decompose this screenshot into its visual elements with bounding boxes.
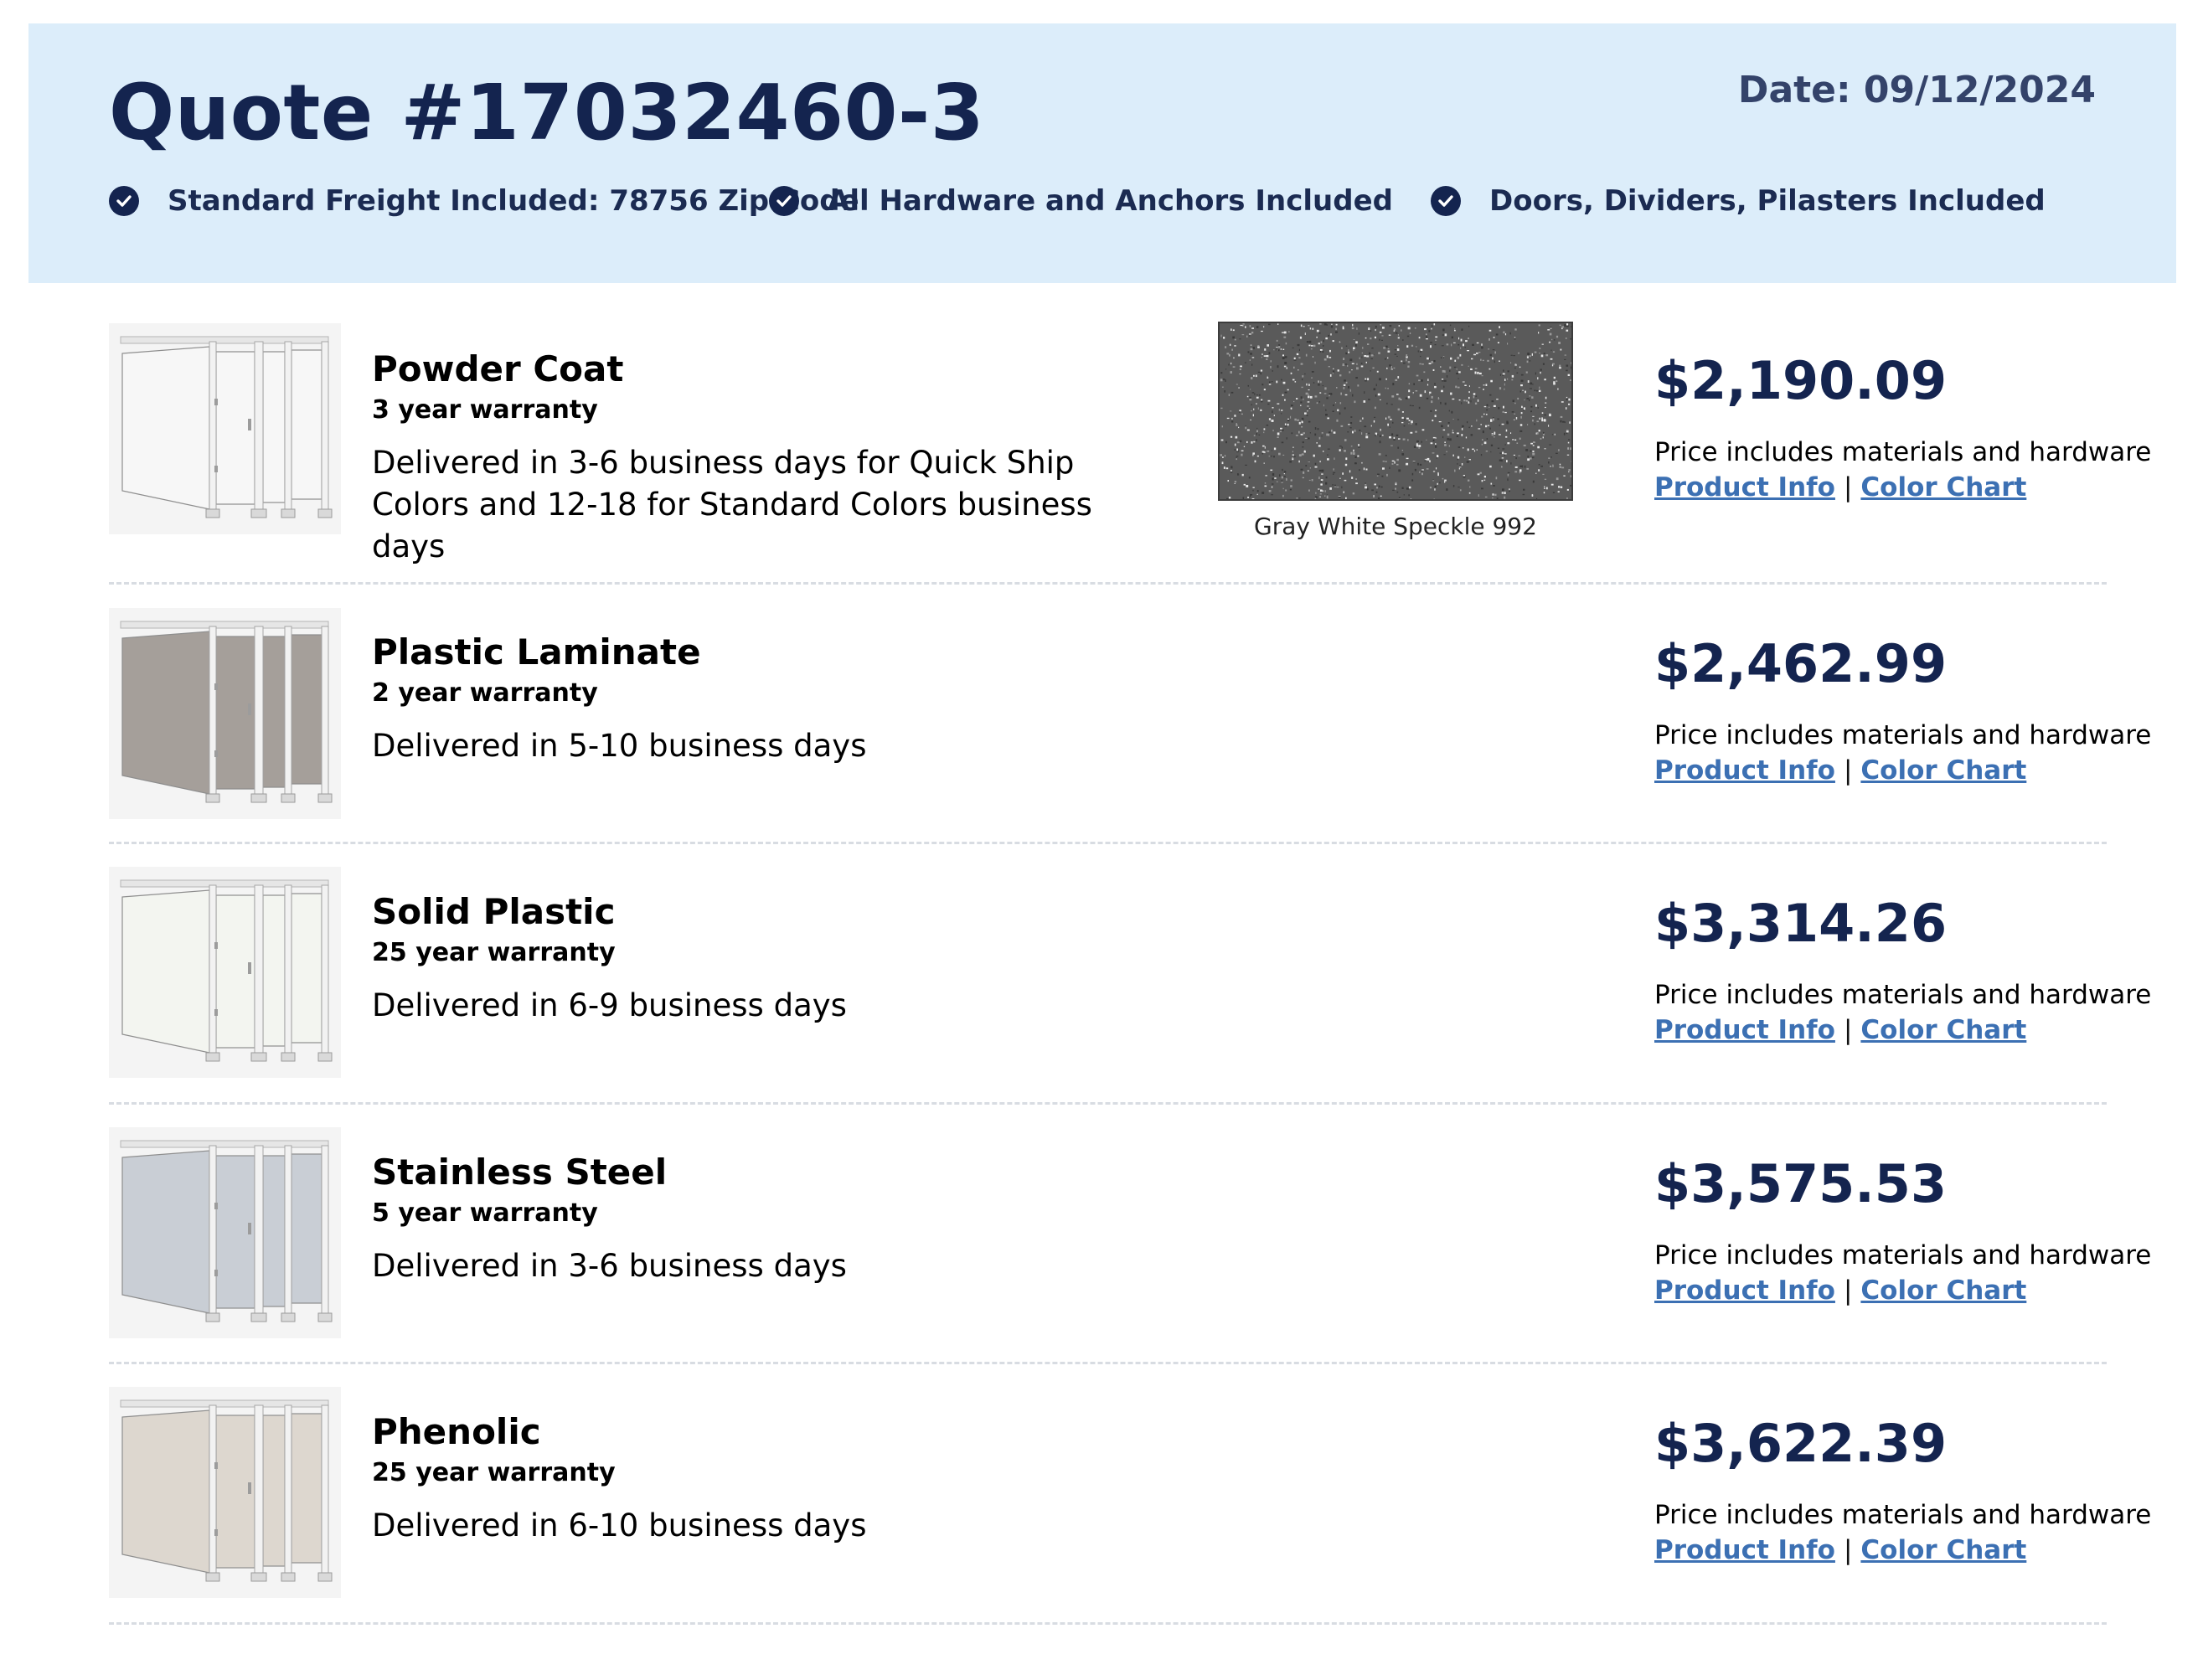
link-separator: | xyxy=(1843,1015,1853,1045)
product-name: Powder Coat xyxy=(372,348,624,389)
product-row-plastic-laminate: Plastic Laminate 2 year warranty Deliver… xyxy=(109,585,2151,844)
product-info-link[interactable]: Product Info xyxy=(1654,755,1835,786)
product-info-link[interactable]: Product Info xyxy=(1654,1275,1835,1306)
price-note: Price includes materials and hardware xyxy=(1654,980,2152,1010)
product-delivery: Delivered in 3-6 business days for Quick… xyxy=(372,445,1092,564)
product-name: Solid Plastic xyxy=(372,891,616,932)
price-note: Price includes materials and hardware xyxy=(1654,1500,2152,1530)
product-price: $3,622.39 xyxy=(1654,1413,1948,1474)
product-delivery: Delivered in 6-10 business days xyxy=(372,1507,867,1543)
color-chart-link[interactable]: Color Chart xyxy=(1860,472,2026,502)
product-links: Product Info | Color Chart xyxy=(1654,1535,2026,1565)
product-row-powder-coat: Powder Coat 3 year warranty Delivered in… xyxy=(109,317,2151,585)
product-delivery: Delivered in 6-9 business days xyxy=(372,987,847,1023)
product-warranty: 3 year warranty xyxy=(372,395,598,425)
product-row-solid-plastic: Solid Plastic 25 year warranty Delivered… xyxy=(109,844,2151,1105)
color-chart-link[interactable]: Color Chart xyxy=(1860,1535,2026,1565)
product-price: $3,575.53 xyxy=(1654,1153,1948,1214)
price-note: Price includes materials and hardware xyxy=(1654,1240,2152,1270)
color-chart-link[interactable]: Color Chart xyxy=(1860,1275,2026,1306)
product-price: $3,314.26 xyxy=(1654,893,1948,954)
quote-header: Quote #17032460-3 Date: 09/12/2024 Stand… xyxy=(28,23,2176,283)
product-price: $2,462.99 xyxy=(1654,633,1948,694)
feature-hardware: All Hardware and Anchors Included xyxy=(769,184,1393,218)
product-name: Stainless Steel xyxy=(372,1152,668,1193)
link-separator: | xyxy=(1843,1275,1853,1306)
color-chart-link[interactable]: Color Chart xyxy=(1860,755,2026,786)
feature-freight: Standard Freight Included: 78756 Zip Cod… xyxy=(109,184,859,218)
product-warranty: 2 year warranty xyxy=(372,678,598,708)
quote-date: Date: 09/12/2024 xyxy=(1737,69,2096,111)
product-delivery: Delivered in 3-6 business days xyxy=(372,1248,847,1284)
product-links: Product Info | Color Chart xyxy=(1654,472,2026,502)
check-circle-icon xyxy=(769,186,799,216)
price-note: Price includes materials and hardware xyxy=(1654,720,2152,750)
feature-label: Doors, Dividers, Pilasters Included xyxy=(1489,184,2046,218)
color-chart-link[interactable]: Color Chart xyxy=(1860,1015,2026,1045)
link-separator: | xyxy=(1843,472,1853,502)
product-image xyxy=(109,867,341,1078)
link-separator: | xyxy=(1843,1535,1853,1565)
row-divider xyxy=(109,1622,2107,1625)
product-warranty: 5 year warranty xyxy=(372,1198,598,1228)
check-circle-icon xyxy=(109,186,139,216)
swatch-label: Gray White Speckle 992 xyxy=(1254,513,1537,540)
price-note: Price includes materials and hardware xyxy=(1654,437,2152,467)
product-links: Product Info | Color Chart xyxy=(1654,1015,2026,1045)
feature-components: Doors, Dividers, Pilasters Included xyxy=(1431,184,2046,218)
product-info-link[interactable]: Product Info xyxy=(1654,472,1835,502)
product-image xyxy=(109,1387,341,1598)
product-image xyxy=(109,1127,341,1338)
product-info-link[interactable]: Product Info xyxy=(1654,1015,1835,1045)
product-delivery: Delivered in 5-10 business days xyxy=(372,728,867,764)
product-image xyxy=(109,323,341,534)
product-row-stainless-steel: Stainless Steel 5 year warranty Delivere… xyxy=(109,1105,2151,1364)
product-links: Product Info | Color Chart xyxy=(1654,755,2026,786)
product-info-link[interactable]: Product Info xyxy=(1654,1535,1835,1565)
product-name: Phenolic xyxy=(372,1411,541,1452)
check-circle-icon xyxy=(1431,186,1461,216)
feature-label: All Hardware and Anchors Included xyxy=(828,184,1393,218)
product-name: Plastic Laminate xyxy=(372,631,701,673)
page-title: Quote #17032460-3 xyxy=(109,68,985,157)
product-image xyxy=(109,608,341,819)
color-swatch[interactable] xyxy=(1218,322,1573,501)
product-warranty: 25 year warranty xyxy=(372,1458,616,1487)
product-price: $2,190.09 xyxy=(1654,350,1948,411)
link-separator: | xyxy=(1843,755,1853,786)
product-links: Product Info | Color Chart xyxy=(1654,1275,2026,1306)
feature-label: Standard Freight Included: 78756 Zip Cod… xyxy=(168,184,859,218)
product-row-phenolic: Phenolic 25 year warranty Delivered in 6… xyxy=(109,1364,2151,1625)
product-warranty: 25 year warranty xyxy=(372,938,616,967)
